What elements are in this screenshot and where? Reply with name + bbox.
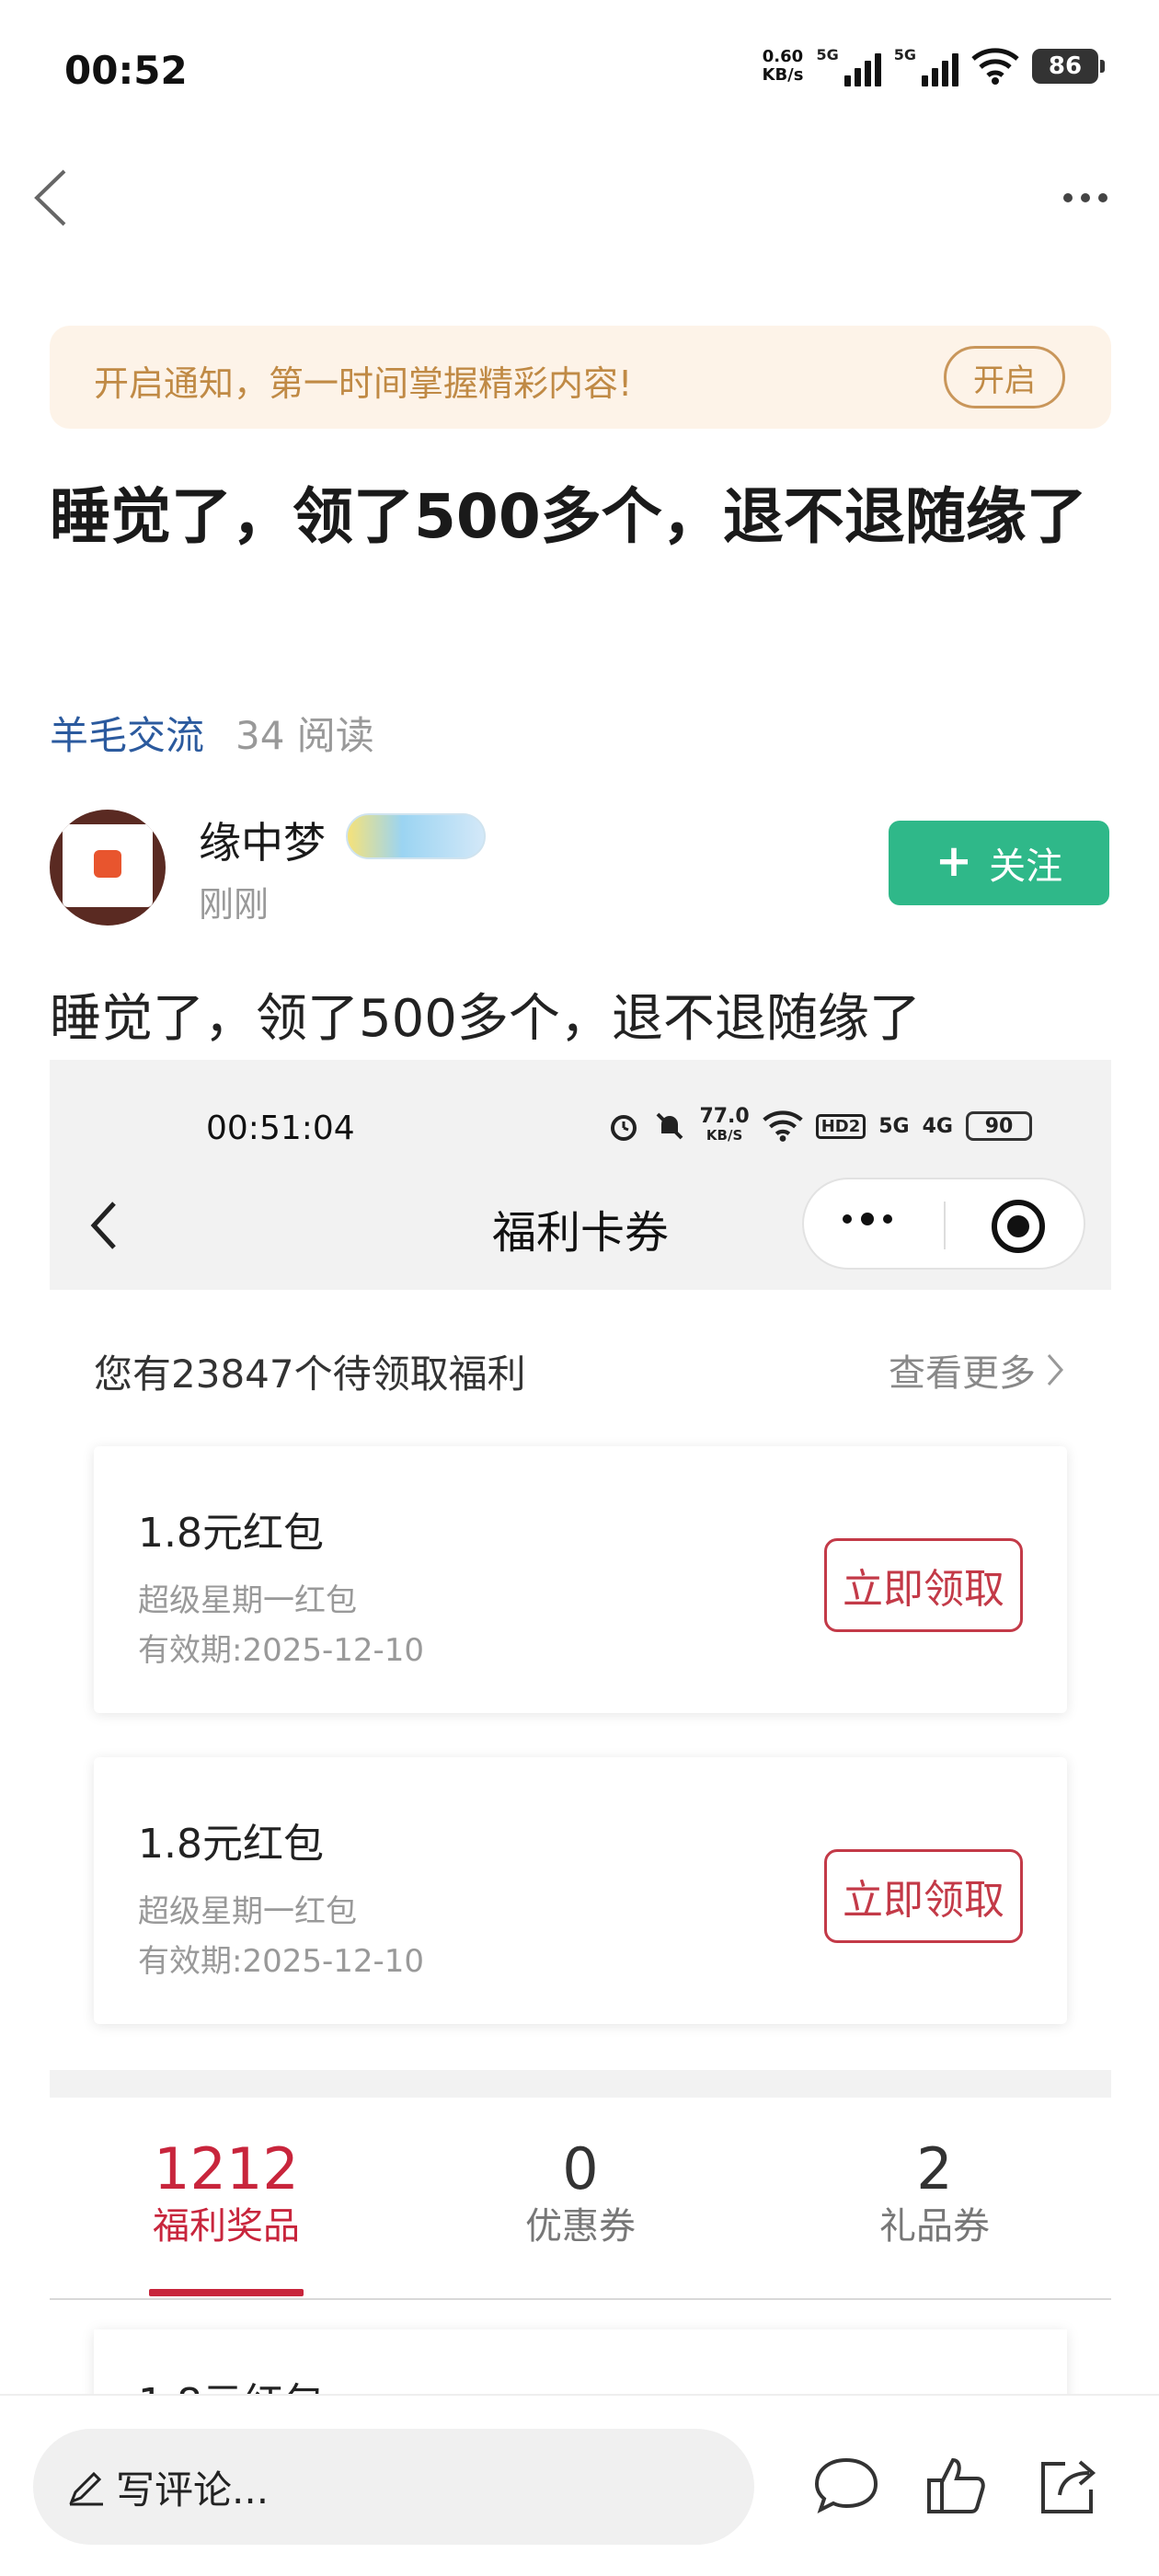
author-name[interactable]: 缘中梦 xyxy=(199,810,326,870)
post-time: 刚刚 xyxy=(199,884,270,925)
target-icon xyxy=(992,1200,1045,1253)
comment-input[interactable]: 写评论... xyxy=(33,2429,754,2545)
enable-notification-button[interactable]: 开启 xyxy=(944,346,1065,408)
screenshot-signal-1: 5G xyxy=(878,1114,910,1138)
post-image[interactable]: 00:51:04 77.0 KB/S HD2 5G 4G 90 福利卡券 您有2… xyxy=(50,1060,1111,2394)
coupon-name: 1.8元红包 xyxy=(138,1510,324,1557)
user-level-badge xyxy=(346,813,486,859)
pending-benefits-text: 您有23847个待领取福利 xyxy=(94,1351,526,1397)
alarm-icon xyxy=(611,1115,637,1141)
notification-banner: 开启通知，第一时间掌握精彩内容! 开启 xyxy=(50,326,1111,429)
post-meta: 羊毛交流 34 阅读 xyxy=(50,705,374,761)
signal-5g-2-icon: 5G xyxy=(894,46,958,86)
claim-button: 立即领取 xyxy=(824,1849,1023,1943)
coupon-card: 1.8元红包 超级星期一红包 有效期:2025-12-10 立即领取 xyxy=(94,1757,1067,2024)
battery-indicator: 86 xyxy=(1032,49,1105,84)
coupon-card: 1.8元红包 超级星期一红包 有效期:2025-12-10 立即领取 xyxy=(94,1446,1067,1713)
comment-bubble-icon[interactable] xyxy=(809,2449,883,2523)
follow-button[interactable]: + 关注 xyxy=(889,821,1109,905)
notification-text: 开启通知，第一时间掌握精彩内容! xyxy=(94,363,633,404)
avatar[interactable] xyxy=(50,810,166,926)
screenshot-status-time: 00:51:04 xyxy=(206,1110,355,1147)
back-arrow-icon[interactable] xyxy=(28,166,83,230)
share-icon[interactable] xyxy=(1032,2449,1106,2523)
bottom-action-bar: 写评论... xyxy=(0,2394,1159,2576)
status-icons: 0.60 KB/s 5G 5G 86 xyxy=(762,46,1105,86)
topic-tag[interactable]: 羊毛交流 xyxy=(50,705,204,761)
coupon-desc: 超级星期一红包 xyxy=(138,1893,357,1930)
stat-coupons: 0 优惠券 xyxy=(525,2135,636,2248)
signal-5g-1-icon: 5G xyxy=(816,46,881,86)
network-speed: 0.60 KB/s xyxy=(762,47,804,85)
miniprogram-capsule xyxy=(802,1178,1085,1270)
claim-button: 立即领取 xyxy=(824,1538,1023,1632)
screenshot-signal-2: 4G xyxy=(922,1114,953,1138)
hd-indicator: HD2 xyxy=(815,1113,866,1139)
coupon-card: 1.8元红包 xyxy=(94,2329,1067,2394)
chevron-right-icon xyxy=(1047,1354,1063,1386)
status-time: 00:52 xyxy=(64,48,188,93)
post-title: 睡觉了，领了500多个，退不退随缘了 xyxy=(50,481,1087,552)
more-dots-icon[interactable] xyxy=(1049,175,1122,221)
screenshot-header: 00:51:04 77.0 KB/S HD2 5G 4G 90 福利卡券 xyxy=(50,1060,1111,1290)
see-more-link: 查看更多 xyxy=(889,1343,1065,1397)
more-dots-icon xyxy=(843,1213,892,1225)
screenshot-status-icons: 77.0 KB/S HD2 5G 4G 90 xyxy=(607,1105,1032,1144)
stat-gift-vouchers: 2 礼品券 xyxy=(879,2135,990,2248)
plus-icon: + xyxy=(935,835,973,887)
pencil-icon xyxy=(69,2471,103,2506)
stat-welfare-prizes: 1212 福利奖品 xyxy=(153,2135,300,2248)
wifi-icon xyxy=(763,1110,803,1142)
coupon-desc: 超级星期一红包 xyxy=(138,1582,357,1619)
coupon-name: 1.8元红包 xyxy=(138,2370,324,2394)
status-bar: 00:52 0.60 KB/s 5G 5G 86 xyxy=(0,0,1159,138)
post-body-text: 睡觉了，领了500多个，退不退随缘了 xyxy=(50,989,921,1049)
mute-bell-icon xyxy=(657,1112,683,1140)
avatar-image xyxy=(94,850,121,878)
wifi-icon xyxy=(971,48,1019,85)
active-tab-underline xyxy=(149,2289,304,2296)
coupon-validity: 有效期:2025-12-10 xyxy=(138,1632,425,1669)
screenshot-battery: 90 xyxy=(966,1111,1032,1141)
coupon-name: 1.8元红包 xyxy=(138,1821,324,1868)
thumbs-up-icon[interactable] xyxy=(920,2449,993,2523)
read-count: 34 阅读 xyxy=(235,713,374,758)
screenshot-net-speed: 77.0 KB/S xyxy=(699,1105,750,1144)
coupon-validity: 有效期:2025-12-10 xyxy=(138,1943,425,1980)
